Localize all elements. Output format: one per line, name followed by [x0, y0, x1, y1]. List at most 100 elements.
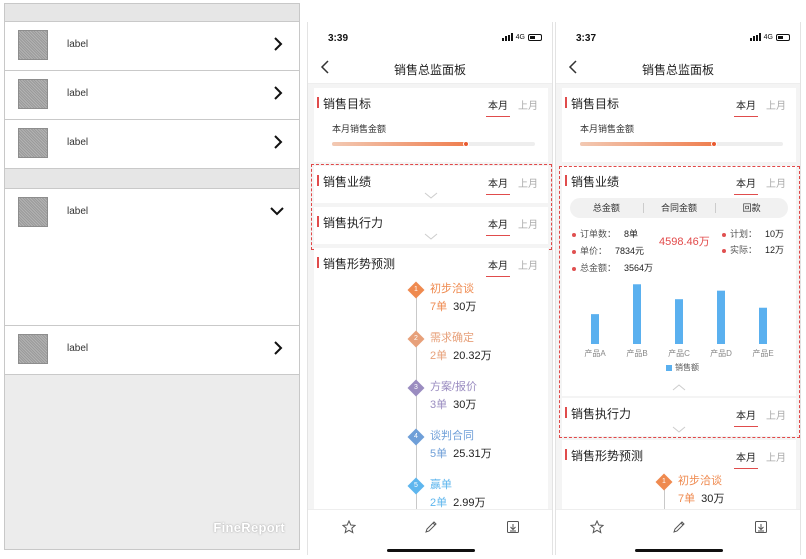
stage-number: 3 — [414, 384, 418, 391]
nav-bar: 销售总监面板 — [308, 50, 552, 84]
page-title: 销售总监面板 — [641, 63, 714, 77]
battery-icon — [776, 33, 790, 41]
brand-watermark: FineReport — [213, 520, 285, 535]
stage-name: 谈判合同 — [430, 430, 474, 442]
progress-knob — [710, 141, 717, 147]
download-icon[interactable] — [506, 520, 520, 534]
chevron-right-icon[interactable] — [273, 133, 283, 151]
card-header: 销售目标 本月 上月 — [562, 88, 796, 118]
stage-count: 5单 — [430, 448, 448, 460]
phone-screen-collapsed: 3:39 4G 销售总监面板 销售目标 本月 上月 本月销售金额 销售业绩 本月… — [307, 22, 553, 555]
chevron-down-icon[interactable] — [269, 205, 285, 217]
thumbnail-placeholder — [18, 30, 48, 60]
home-indicator — [387, 549, 475, 552]
chevron-right-icon[interactable] — [273, 35, 283, 53]
network-type: 4G — [763, 33, 773, 41]
stage-stats: 7单 30万 — [430, 298, 476, 314]
tab-last-month[interactable]: 上月 — [518, 97, 538, 112]
nav-bar: 销售总监面板 — [556, 50, 800, 84]
star-icon[interactable] — [590, 520, 604, 534]
stage-number: 5 — [414, 482, 418, 489]
stage-number: 1 — [414, 286, 418, 293]
stage-stats: 2单 2.99万 — [430, 494, 486, 510]
progress-bar — [332, 141, 535, 147]
status-time: 3:37 — [576, 33, 597, 44]
stage-stats: 5单 25.31万 — [430, 445, 492, 461]
status-bar: 3:39 4G — [308, 22, 552, 50]
accent-bar — [317, 257, 319, 268]
list-item[interactable]: label — [5, 326, 299, 375]
status-indicators: 4G — [749, 33, 790, 41]
list-item[interactable]: label — [5, 120, 299, 169]
card-header: 销售目标 本月 上月 — [314, 88, 548, 118]
stage-amount: 30万 — [701, 493, 725, 505]
stage-amount: 30万 — [453, 301, 477, 313]
sales-forecast-card: 销售形势预测 本月 上月 1 初步洽谈 7单 30万 2 需求确定 2单 20.32万 3 方案/… — [314, 248, 548, 518]
stage-name: 方案/报价 — [430, 381, 478, 393]
tab-current-month[interactable]: 本月 — [486, 257, 510, 277]
stage-count: 2单 — [430, 350, 448, 362]
accent-bar — [317, 97, 319, 108]
stage-stats: 3单 30万 — [430, 396, 476, 412]
stage-name: 赢单 — [430, 479, 452, 491]
metric-label: 本月销售金额 — [580, 124, 635, 134]
stage-amount: 20.32万 — [453, 350, 492, 362]
stage-amount: 25.31万 — [453, 448, 492, 460]
star-icon[interactable] — [342, 520, 356, 534]
accent-bar — [565, 449, 567, 460]
chevron-right-icon[interactable] — [273, 339, 283, 357]
progress-bar — [580, 141, 783, 147]
page-title: 销售总监面板 — [393, 63, 466, 77]
bottom-toolbar — [556, 509, 800, 555]
signal-icon — [501, 33, 513, 41]
section-gap — [5, 169, 299, 189]
sales-target-card: 销售目标 本月 上月 本月销售金额 — [314, 88, 548, 162]
stage-stats: 2单 20.32万 — [430, 347, 492, 363]
list-item-label: label — [67, 137, 89, 148]
list-item-label: label — [67, 88, 89, 99]
card-header: 销售形势预测 本月 上月 — [562, 440, 796, 470]
thumbnail-placeholder — [18, 79, 48, 109]
edit-icon[interactable] — [424, 520, 438, 534]
stage-count: 3单 — [430, 399, 448, 411]
sales-target-card: 销售目标 本月 上月 本月销售金额 — [562, 88, 796, 162]
progress-fill — [332, 142, 466, 146]
list-item-expanded[interactable]: label — [5, 189, 299, 326]
thumbnail-placeholder — [18, 128, 48, 158]
stage-number: 4 — [414, 433, 418, 440]
battery-icon — [528, 33, 542, 41]
list-item-label: label — [67, 206, 89, 217]
edit-icon[interactable] — [672, 520, 686, 534]
tab-last-month[interactable]: 上月 — [766, 97, 786, 112]
progress-fill — [580, 142, 714, 146]
metric-label: 本月销售金额 — [332, 124, 387, 134]
status-indicators: 4G — [501, 33, 542, 41]
progress-knob — [462, 141, 469, 147]
signal-icon — [749, 33, 761, 41]
stage-stats: 7单 30万 — [678, 490, 724, 506]
accent-bar — [565, 97, 567, 108]
list-item[interactable]: label — [5, 71, 299, 120]
tab-current-month[interactable]: 本月 — [734, 449, 758, 469]
card-title: 销售目标 — [571, 97, 620, 111]
composite-screenshot: label label label label label FineReport — [0, 0, 806, 559]
stage-count: 7单 — [678, 493, 696, 505]
card-title: 销售形势预测 — [323, 257, 396, 271]
stage-amount: 30万 — [453, 399, 477, 411]
list-item-label: label — [67, 39, 89, 50]
tab-current-month[interactable]: 本月 — [734, 97, 758, 117]
bottom-toolbar — [308, 509, 552, 555]
thumbnail-placeholder — [18, 334, 48, 364]
download-icon[interactable] — [754, 520, 768, 534]
tab-last-month[interactable]: 上月 — [518, 257, 538, 272]
tab-last-month[interactable]: 上月 — [766, 449, 786, 464]
stage-name: 需求确定 — [430, 332, 474, 344]
tab-current-month[interactable]: 本月 — [486, 97, 510, 117]
status-time: 3:39 — [328, 33, 349, 44]
list-item-label: label — [67, 343, 89, 354]
network-type: 4G — [515, 33, 525, 41]
chevron-right-icon[interactable] — [273, 84, 283, 102]
stage-count: 7单 — [430, 301, 448, 313]
list-item[interactable]: label — [5, 22, 299, 71]
highlight-box — [559, 166, 800, 438]
